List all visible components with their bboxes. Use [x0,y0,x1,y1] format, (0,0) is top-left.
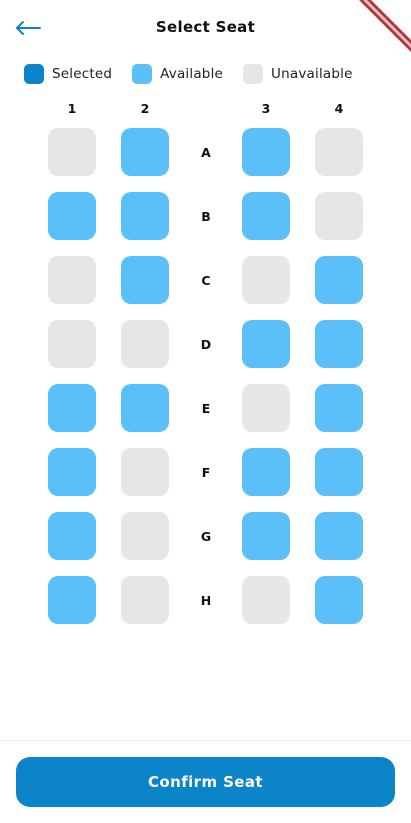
legend-item-unavailable: Unavailable [243,64,353,84]
seat-g4[interactable] [315,512,363,560]
seat-a2[interactable] [121,128,169,176]
seat-row-a: A [0,128,411,176]
seat-h2 [121,576,169,624]
row-label: G [200,528,212,544]
seat-g3[interactable] [242,512,290,560]
seat-row-c: C [0,256,411,304]
seat-f2 [121,448,169,496]
column-header-1: 1 [67,101,77,116]
legend-label: Selected [52,66,113,82]
header: Select Seat [0,0,411,56]
seat-row-e: E [0,384,411,432]
column-headers: 1 2 3 4 [0,101,411,119]
legend-item-available: Available [132,64,223,84]
column-header-4: 4 [334,101,344,116]
legend-label: Available [160,66,224,82]
seat-d1 [48,320,96,368]
page-title: Select Seat [155,18,256,36]
seat-e2[interactable] [121,384,169,432]
row-label: B [201,208,211,224]
row-label: A [201,144,211,160]
seat-e3 [242,384,290,432]
seat-e1[interactable] [48,384,96,432]
seat-f3[interactable] [242,448,290,496]
row-label: C [201,272,211,288]
seat-c3 [242,256,290,304]
seat-h4[interactable] [315,576,363,624]
legend-label: Unavailable [271,66,353,82]
legend-item-selected: Selected [24,64,112,84]
seat-row-h: H [0,576,411,624]
seat-selection-screen: Select Seat Selected Available Unavailable… [0,0,411,823]
seat-b1[interactable] [48,192,96,240]
debug-banner [351,0,411,60]
seat-h3 [242,576,290,624]
seat-b3[interactable] [242,192,290,240]
seat-legend: Selected Available Unavailable [24,64,391,84]
seat-c2[interactable] [121,256,169,304]
seat-d4[interactable] [315,320,363,368]
seat-e4[interactable] [315,384,363,432]
seat-c4[interactable] [315,256,363,304]
row-label: D [200,336,212,352]
row-label: H [200,592,212,608]
row-label: F [201,464,211,480]
seat-a4 [315,128,363,176]
confirm-seat-button[interactable]: Confirm Seat [16,757,395,807]
seat-g1[interactable] [48,512,96,560]
seat-row-f: F [0,448,411,496]
seat-c1 [48,256,96,304]
seat-b4 [315,192,363,240]
seat-f4[interactable] [315,448,363,496]
seat-h1[interactable] [48,576,96,624]
legend-swatch [132,64,153,84]
column-header-2: 2 [140,101,150,116]
seat-b2[interactable] [121,192,169,240]
divider [0,740,411,741]
seat-g2 [121,512,169,560]
legend-swatch [24,64,44,84]
seat-row-g: G [0,512,411,560]
seat-d2 [121,320,169,368]
seat-row-d: D [0,320,411,368]
seat-a3[interactable] [242,128,290,176]
seat-a1 [48,128,96,176]
row-label: E [201,400,211,416]
legend-swatch [243,64,264,84]
seat-f1[interactable] [48,448,96,496]
column-header-3: 3 [261,101,271,116]
seat-d3[interactable] [242,320,290,368]
seat-row-b: B [0,192,411,240]
